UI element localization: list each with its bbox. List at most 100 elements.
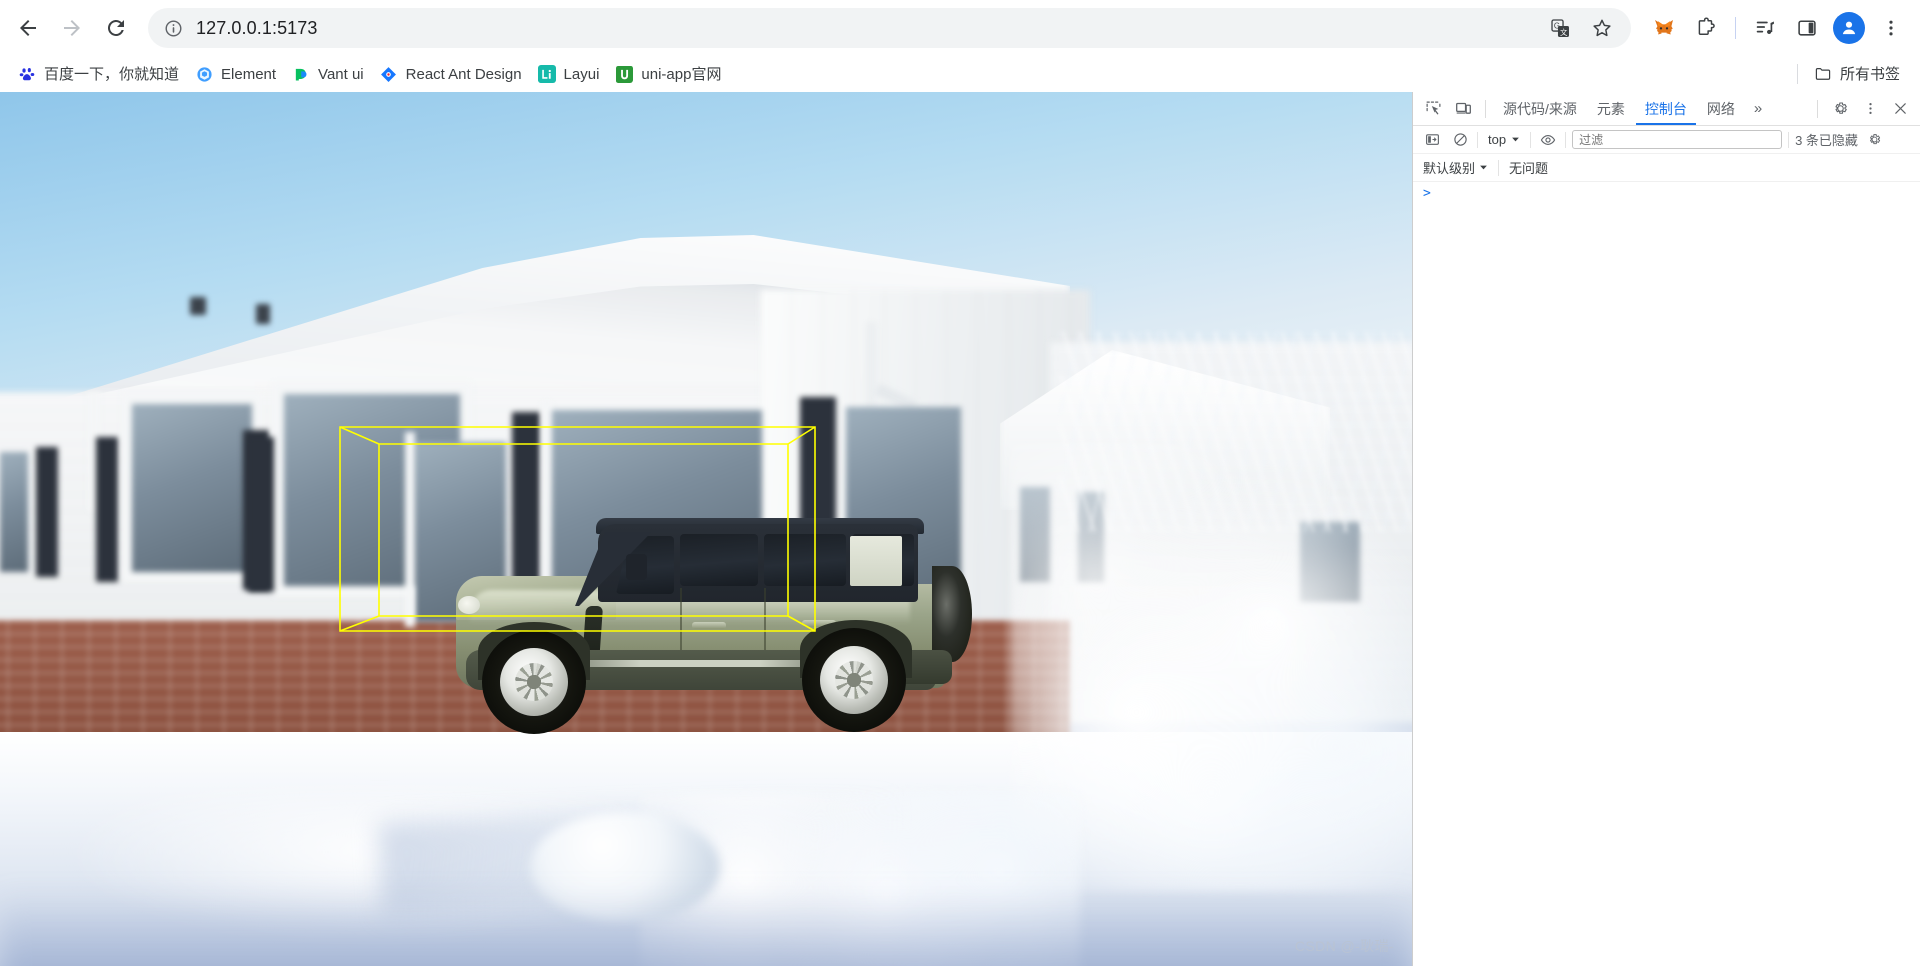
tab-label: 源代码/来源 [1503,100,1577,117]
door-handle-front [692,622,726,629]
gear-glyph [1870,134,1881,145]
forward-arrow-icon [64,20,80,36]
sidebar-toggle-glyph [1425,134,1439,145]
tab-elements[interactable]: 元素 [1588,92,1634,125]
clear-console-icon[interactable] [1449,129,1471,151]
console-prompt-row[interactable]: > [1413,182,1920,206]
rear-side-window [764,534,846,586]
side-mirror [626,554,647,580]
bookmarks-bar: 百度一下，你就知道 Element Vant ui React Ant Desi… [0,56,1920,92]
execution-context-value: top [1488,132,1507,147]
front-rim [500,648,568,716]
chrome-menu-icon[interactable] [1872,9,1910,47]
metamask-extension-icon[interactable] [1645,9,1683,47]
level-bar-divider [1498,159,1500,176]
side-panel-icon[interactable] [1788,9,1826,47]
console-toolbar-divider-2 [1530,131,1532,148]
profile-avatar[interactable] [1830,9,1868,47]
tab-network[interactable]: 网络 [1698,92,1744,125]
baidu-favicon [18,65,36,83]
bookmark-layui[interactable]: Layui [532,60,610,88]
tab-label: 控制台 [1644,100,1687,117]
translate-icon[interactable]: G 文 [1545,13,1575,43]
browser-window: 127.0.0.1:5173 G 文 百度一下，你就知道 Element Van… [0,0,1920,966]
bookmarks-divider [1796,64,1798,84]
console-toolbar: top 3 条已隐藏 [1413,126,1920,154]
back-button[interactable] [6,6,50,50]
tab-console[interactable]: 控制台 [1636,92,1696,125]
close-devtools-icon[interactable] [1886,96,1914,122]
bookmark-star-icon[interactable] [1587,13,1617,43]
address-bar[interactable]: 127.0.0.1:5173 G 文 [148,8,1631,48]
eye-glyph [1540,134,1556,145]
inspect-element-icon[interactable] [1419,96,1447,122]
execution-context-select[interactable]: top [1484,132,1524,147]
person-glyph [1842,21,1856,35]
all-bookmarks-button[interactable]: 所有书签 [1808,60,1910,88]
window-2 [132,404,252,572]
forward-button[interactable] [50,6,94,50]
uniapp-favicon [615,65,633,83]
media-controls-icon[interactable] [1746,9,1784,47]
more-tabs-button[interactable]: » [1746,100,1770,117]
photo-scene: CSDN @-耿瑞- [0,92,1412,966]
reload-button[interactable] [94,6,138,50]
page-viewport: CSDN @-耿瑞- [0,92,1412,966]
site-info-icon[interactable] [160,15,186,41]
workspace: CSDN @-耿瑞- 源代码/来源 元素 控制台 网络 » top 过滤 3 条… [0,92,1920,966]
tab-label: 元素 [1596,100,1625,117]
side-panel-glyph [1798,20,1816,36]
chevron-down-icon [1480,165,1487,170]
vant-favicon [292,65,310,83]
console-settings-icon[interactable] [1864,129,1886,151]
console-output[interactable]: > [1413,182,1920,966]
devtools-header-actions [1811,96,1920,122]
bookmark-react-ant-design[interactable]: React Ant Design [374,60,532,88]
baidu-paw-glyph [19,67,34,80]
bookmark-uniapp[interactable]: uni-app官网 [609,60,731,88]
window-frame-4 [405,432,415,627]
element-favicon [195,65,213,83]
device-toolbar-icon[interactable] [1449,96,1477,122]
prompt-caret: > [1423,186,1431,201]
live-expression-eye-icon[interactable] [1537,129,1559,151]
extensions-puzzle-icon[interactable] [1687,9,1725,47]
roof-vent-2 [256,304,270,324]
issues-status[interactable]: 无问题 [1509,158,1548,177]
window-shutter-2 [96,437,118,582]
more-options-icon[interactable] [1856,96,1884,122]
bookmark-baidu[interactable]: 百度一下，你就知道 [12,60,189,88]
hidden-messages-count[interactable]: 3 条已隐藏 [1795,130,1858,149]
log-level-value: 默认级别 [1423,161,1476,176]
close-x-glyph [1894,103,1906,114]
bookmark-label: Vant ui [318,65,364,83]
console-toolbar-divider-4 [1788,131,1790,148]
console-filter-box[interactable] [1572,130,1783,149]
device-glyph [1455,102,1471,114]
window-shutter-1 [36,447,58,577]
console-toolbar-divider-3 [1565,131,1567,148]
roof-vent-1 [190,297,206,315]
bookmark-vant-ui[interactable]: Vant ui [286,60,374,88]
toolbar-actions [1639,9,1910,47]
inspect-cursor-glyph [1426,101,1440,115]
console-filter-input[interactable] [1579,132,1776,147]
header-actions-divider [1817,99,1818,118]
bookmark-label: Layui [563,65,600,83]
suv-vehicle [430,510,990,750]
tab-label: 网络 [1706,100,1735,117]
bookmark-element[interactable]: Element [189,60,286,88]
window-1 [0,452,28,572]
info-circle-icon [165,20,181,36]
folder-icon [1814,65,1832,83]
log-level-select[interactable]: 默认级别 [1423,158,1488,177]
settings-gear-icon[interactable] [1826,96,1854,122]
uniapp-glyph [615,65,633,83]
no-entry-glyph [1453,133,1467,146]
tab-sources[interactable]: 源代码/来源 [1494,92,1586,125]
console-sidebar-icon[interactable] [1421,129,1443,151]
antd-glyph [381,66,397,82]
bookmark-label: 百度一下，你就知道 [44,65,180,83]
back-arrow-icon [20,20,36,36]
svg-text:文: 文 [1559,26,1567,36]
